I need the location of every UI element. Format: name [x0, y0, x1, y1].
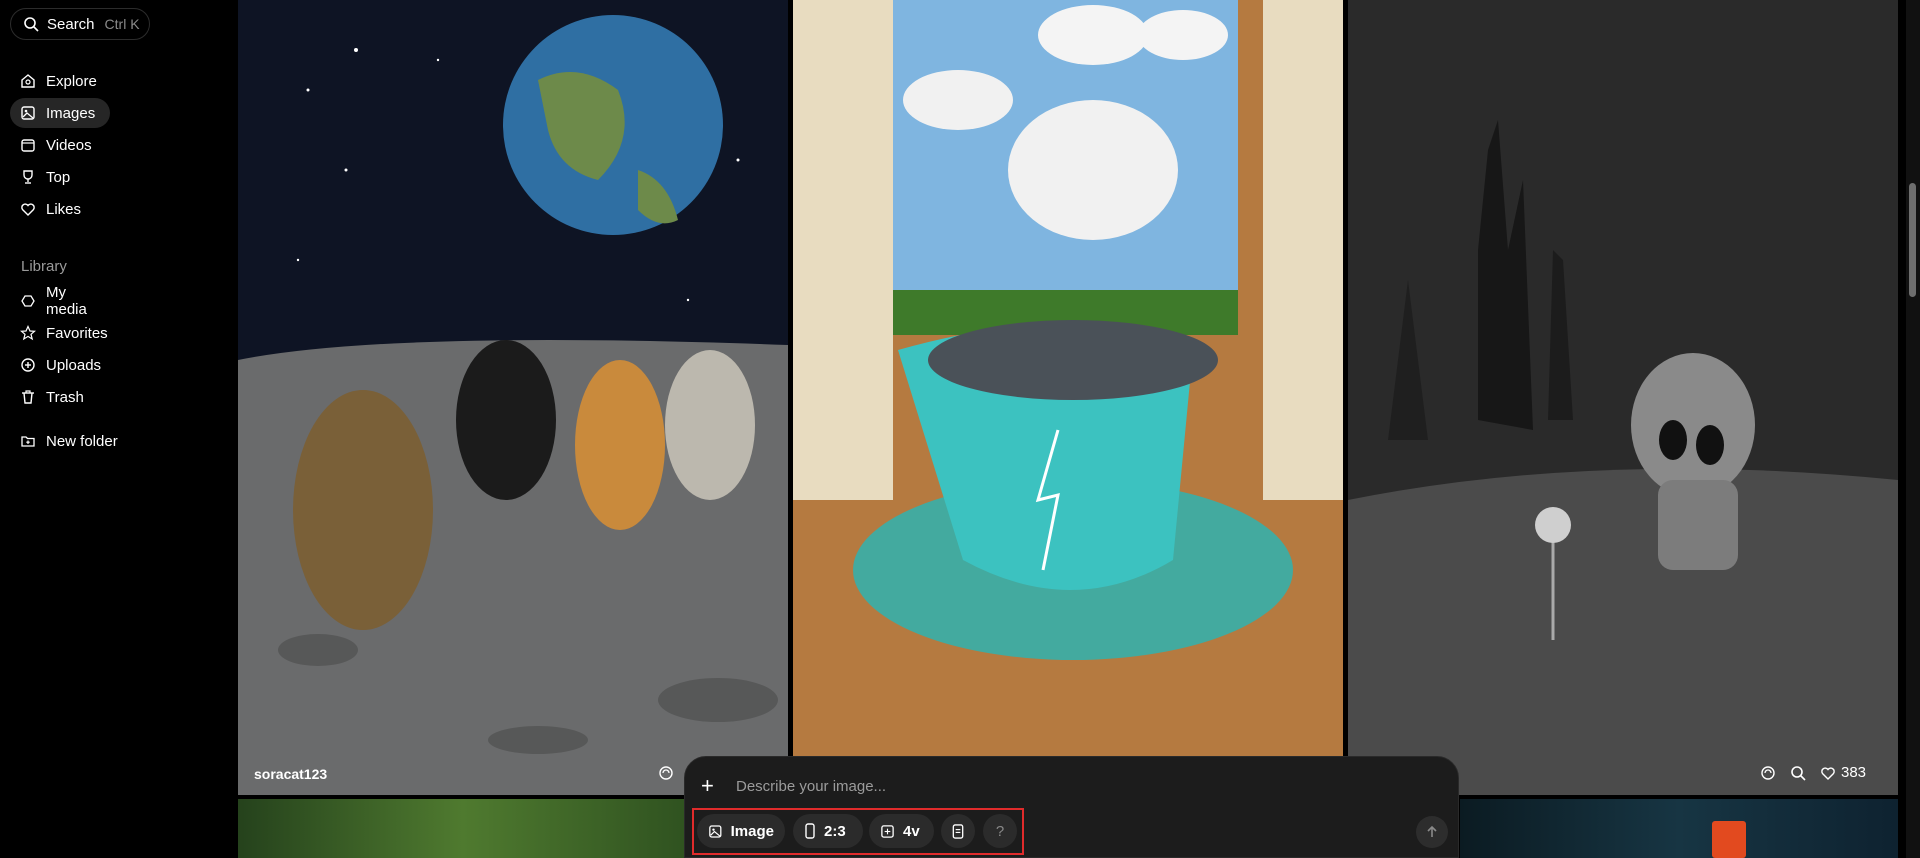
aspect-ratio-button[interactable]: 2:3: [793, 814, 863, 848]
tile-author-name[interactable]: soracat123: [254, 766, 327, 782]
sidebar: Search Ctrl K Explore Images Videos Top …: [0, 0, 238, 858]
gallery-tile-neon-sign[interactable]: [1460, 799, 1898, 858]
star-icon: [20, 325, 36, 341]
grid-icon: [881, 824, 894, 838]
help-label: ?: [995, 822, 1005, 840]
image-icon: [21, 106, 35, 120]
document-icon: [952, 823, 964, 839]
like-count: 383: [1841, 764, 1867, 781]
help-button[interactable]: ?: [983, 814, 1017, 848]
sidebar-item-label: Favorites: [46, 324, 108, 342]
zoom-icon[interactable]: [1790, 765, 1806, 781]
prompt-template-button[interactable]: [941, 814, 975, 848]
gallery-tile-storm-teacup[interactable]: [793, 0, 1343, 795]
sidebar-item-label: Trash: [46, 388, 84, 406]
aspect-ratio-label: 2:3: [824, 822, 846, 840]
sidebar-item-label: Likes: [46, 200, 82, 218]
video-icon: [21, 139, 35, 152]
library-heading: Library: [21, 258, 67, 275]
scrollbar-track[interactable]: [1906, 0, 1920, 858]
variants-button[interactable]: 4v: [869, 814, 934, 848]
sidebar-item-likes[interactable]: Likes: [10, 194, 110, 224]
add-attachment-button[interactable]: +: [701, 775, 714, 797]
search-button[interactable]: Search Ctrl K: [10, 8, 150, 40]
search-shortcut: Ctrl K: [104, 16, 140, 32]
sidebar-item-my-media[interactable]: My media: [10, 284, 110, 318]
sidebar-item-images[interactable]: Images: [10, 98, 110, 128]
remix-icon[interactable]: [1760, 765, 1776, 781]
sidebar-item-uploads[interactable]: Uploads: [10, 350, 110, 380]
search-icon: [24, 17, 39, 32]
search-label: Search: [47, 15, 95, 33]
gallery-tile-cats-on-moon[interactable]: [238, 0, 788, 795]
trophy-icon: [23, 170, 33, 184]
gallery-tile-robot-flower[interactable]: [1348, 0, 1898, 795]
heart-icon: [21, 203, 35, 216]
sidebar-item-label: Uploads: [46, 356, 102, 374]
sidebar-item-explore[interactable]: Explore: [10, 66, 110, 96]
mode-label: Image: [730, 822, 774, 840]
mode-selector-button[interactable]: Image: [697, 814, 785, 848]
sidebar-item-label: Images: [46, 104, 96, 122]
neon-sign: [1712, 821, 1746, 858]
storm-teacup-image: [793, 0, 1343, 795]
sidebar-item-new-folder[interactable]: New folder: [10, 426, 150, 456]
robot-flower-image: [1348, 0, 1898, 795]
tile-meta: 383: [1760, 764, 1866, 781]
scrollbar-thumb[interactable]: [1909, 183, 1916, 297]
sidebar-item-videos[interactable]: Videos: [10, 130, 110, 160]
sidebar-item-label: Videos: [46, 136, 92, 154]
prompt-input[interactable]: Describe your image...: [736, 778, 886, 795]
variants-label: 4v: [903, 822, 920, 840]
portrait-ratio-icon: [805, 823, 815, 839]
cats-on-moon-image: [238, 0, 788, 795]
gallery-tile-forest[interactable]: [238, 799, 688, 858]
like-button[interactable]: 383: [1820, 764, 1866, 781]
sidebar-item-top[interactable]: Top: [10, 162, 110, 192]
sidebar-item-label: Explore: [46, 72, 97, 90]
remix-icon[interactable]: [658, 765, 674, 781]
heart-icon: [1821, 766, 1835, 780]
sidebar-item-trash[interactable]: Trash: [10, 382, 110, 412]
arrow-up-icon: [1427, 825, 1437, 837]
sidebar-item-label: My media: [46, 284, 87, 318]
upload-icon: [21, 358, 35, 372]
trash-icon: [22, 390, 34, 404]
sidebar-item-label: Top: [46, 168, 71, 186]
media-icon: [21, 295, 35, 307]
image-icon: [709, 824, 722, 838]
send-button[interactable]: [1416, 816, 1448, 848]
folder-plus-icon: [21, 436, 35, 447]
compass-icon: [21, 74, 35, 88]
sidebar-item-label: New folder: [46, 432, 118, 450]
sidebar-item-favorites[interactable]: Favorites: [10, 318, 110, 348]
